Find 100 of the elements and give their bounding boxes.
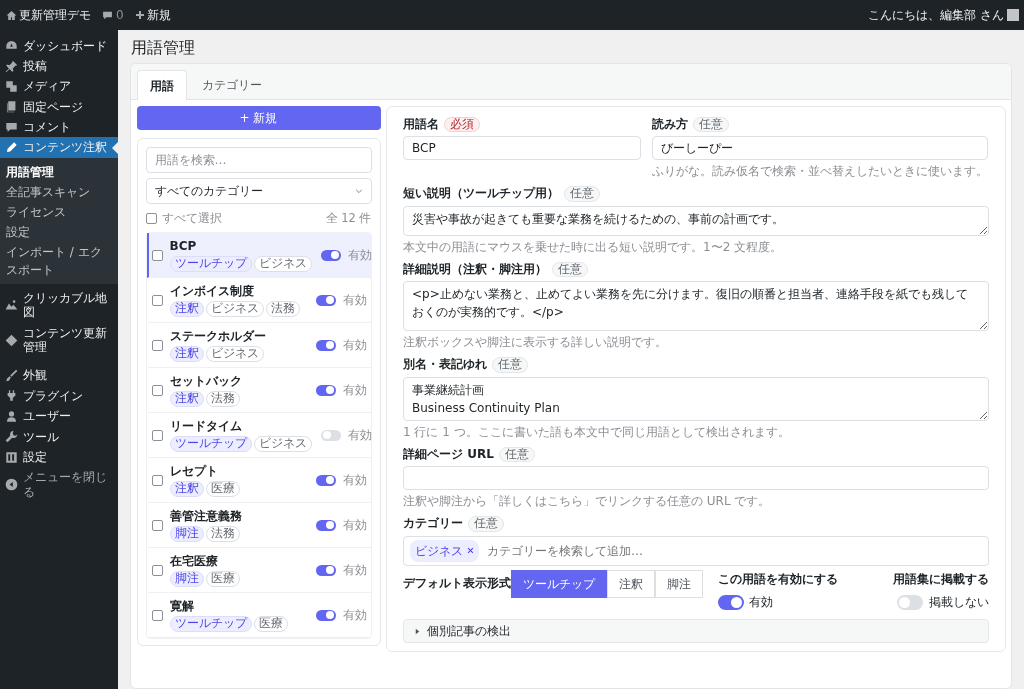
checkbox[interactable]: [151, 339, 163, 351]
segment-button[interactable]: 注釈: [607, 569, 655, 598]
sidebar-item[interactable]: コメント: [0, 117, 118, 138]
status-label: 有効: [342, 606, 367, 624]
submenu-item[interactable]: インポート / エクスポート: [0, 241, 118, 280]
term-name: 在宅医療: [169, 554, 219, 569]
checkbox[interactable]: [151, 474, 163, 486]
term-row[interactable]: 善管注意義務 脚注 法務 有効: [146, 503, 371, 549]
help-text: ふりがな。読み仮名で検索・並べ替えしたいときに使います。: [651, 163, 989, 181]
term-row[interactable]: レセプト 注釈 医療 有効: [146, 458, 371, 504]
search-field[interactable]: 用語を検索…: [145, 146, 372, 173]
field-label: 用語名: [403, 115, 439, 133]
sidebar-item[interactable]: 外観: [0, 365, 118, 386]
pencil-icon: [5, 141, 18, 155]
checkbox[interactable]: [151, 564, 163, 576]
sidebar-item[interactable]: コンテンツ注釈: [0, 137, 118, 158]
sidebar-item[interactable]: コンテンツ更新管理: [0, 322, 118, 358]
term-row[interactable]: BCP ツールチップ ビジネス 有効: [146, 233, 371, 279]
category-chip[interactable]: ビジネス: [410, 539, 479, 562]
term-row[interactable]: インボイス制度 注釈 ビジネス 法務 有効: [146, 278, 371, 324]
toggle-switch[interactable]: [315, 564, 336, 576]
checkbox[interactable]: [145, 212, 157, 224]
sidebar-item[interactable]: ツール: [0, 426, 118, 447]
site-name[interactable]: 更新管理デモ: [19, 6, 92, 24]
select-all-label[interactable]: すべて選択: [162, 209, 222, 227]
greeting-text[interactable]: こんにちは、編集部 さん: [867, 6, 1004, 24]
toggle-switch[interactable]: [320, 249, 341, 261]
avatar-icon[interactable]: [1006, 9, 1019, 21]
toggle-switch[interactable]: [315, 294, 336, 306]
sidebar-item[interactable]: 設定: [0, 446, 118, 468]
sidebar-item[interactable]: ユーザー: [0, 406, 118, 427]
text-area[interactable]: <p>止めない業務と、止めてよい業務を先に分けます。復旧の順番と担当者、連絡手段を紙でも残しておくのが実務的です。</p>: [403, 281, 989, 332]
comment-count[interactable]: 0: [116, 6, 124, 24]
collapsible-section[interactable]: 個別記事の検出: [403, 619, 989, 644]
toggle-label: 有効: [749, 594, 774, 612]
checkbox[interactable]: [151, 384, 163, 396]
category-tag: ビジネス: [253, 435, 312, 452]
term-name: セットバック: [169, 374, 243, 389]
checkbox[interactable]: [151, 294, 163, 306]
text-field[interactable]: びーしーぴー: [651, 136, 989, 161]
tab[interactable]: 用語: [137, 70, 187, 101]
toggle-switch[interactable]: [717, 594, 744, 610]
sidebar-item[interactable]: メディア: [0, 76, 118, 97]
category-tag: 医療: [205, 570, 240, 587]
checkbox[interactable]: [151, 429, 163, 441]
submenu-item[interactable]: 全記事スキャン: [0, 181, 118, 202]
checkbox[interactable]: [151, 609, 163, 621]
status-label: 有効: [342, 291, 367, 309]
term-row[interactable]: リードタイム ツールチップ ビジネス 有効: [146, 413, 371, 459]
toggle-switch[interactable]: [315, 609, 336, 621]
collapse-menu-button[interactable]: メニューを閉じる: [0, 467, 118, 503]
term-row[interactable]: 寛解 ツールチップ 医療 有効: [146, 593, 371, 639]
text-area[interactable]: 事業継続計画 Business Continuity Plan: [403, 376, 989, 421]
toggle-switch[interactable]: [897, 594, 923, 610]
sidebar-item[interactable]: ダッシュボード: [0, 35, 118, 56]
sidebar-item[interactable]: クリッカブル地図: [0, 287, 118, 323]
toggle-switch[interactable]: [315, 474, 336, 486]
sidebar-item[interactable]: 投稿: [0, 55, 118, 77]
chevron-down-icon: [354, 187, 363, 196]
new-link[interactable]: 新規: [147, 6, 172, 24]
category-field[interactable]: ビジネス カテゴリーを検索して追加…: [403, 535, 989, 566]
comment-icon: [102, 9, 114, 21]
category-dropdown[interactable]: すべてのカテゴリー: [145, 178, 372, 205]
category-tag: 法務: [205, 525, 240, 542]
toggle-switch[interactable]: [315, 339, 336, 351]
category-tag: ビジネス: [205, 345, 264, 362]
tab[interactable]: カテゴリー: [189, 70, 275, 100]
term-count: 全 12 件: [325, 209, 372, 227]
text-field[interactable]: BCP: [403, 136, 641, 161]
text-area[interactable]: 災害や事故が起きても重要な業務を続けるための、事前の計画です。: [403, 205, 989, 236]
status-label: 有効: [342, 516, 367, 534]
field-label: 詳細ページ URL: [403, 445, 494, 463]
toggle-switch[interactable]: [315, 519, 336, 531]
segment-button[interactable]: 脚注: [655, 569, 703, 598]
help-text: 注釈ボックスや脚注に表示する詳しい説明です。: [403, 334, 668, 352]
term-row[interactable]: セットバック 注釈 法務 有効: [146, 368, 371, 414]
sidebar-item[interactable]: プラグイン: [0, 385, 118, 407]
type-tag: 注釈: [169, 345, 204, 362]
submenu-item[interactable]: 用語管理: [0, 161, 118, 182]
checkbox[interactable]: [151, 519, 163, 531]
new-button[interactable]: + 新規: [136, 105, 381, 130]
segment-button[interactable]: ツールチップ: [511, 569, 607, 598]
submenu-item[interactable]: ライセンス: [0, 201, 118, 222]
field-label: デフォルト表示形式: [403, 574, 511, 592]
toggle-switch[interactable]: [315, 384, 336, 396]
term-row[interactable]: 在宅医療 脚注 医療 有効: [146, 548, 371, 594]
url-field[interactable]: [403, 466, 989, 491]
type-tag: 注釈: [169, 300, 204, 317]
field-label: 詳細説明（注釈・脚注用）: [403, 260, 547, 278]
category-tag: 法務: [205, 390, 240, 407]
sidebar-item[interactable]: 固定ページ: [0, 96, 118, 118]
plug-icon: [5, 389, 18, 403]
toggle-switch[interactable]: [320, 429, 341, 441]
home-icon: [5, 9, 17, 21]
arrow-left-icon: [5, 478, 18, 492]
media-icon: [5, 79, 18, 93]
term-row[interactable]: ステークホルダー 注釈 ビジネス 有効: [146, 323, 371, 369]
checkbox[interactable]: [151, 249, 163, 261]
required-badge: 必須: [444, 116, 480, 133]
submenu-item[interactable]: 設定: [0, 221, 118, 242]
